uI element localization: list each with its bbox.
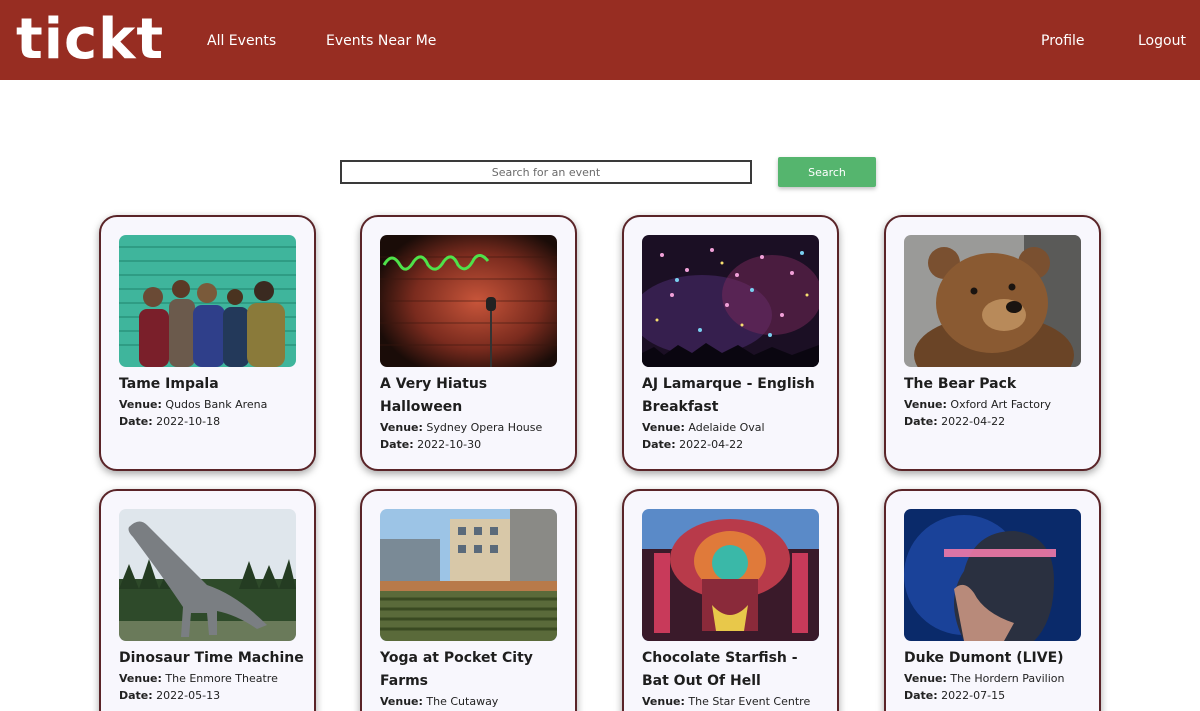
date-label: Date: [904, 415, 938, 428]
date-label: Date: [119, 415, 153, 428]
date-value: 2022-05-13 [156, 689, 221, 702]
venue-value: The Cutaway [426, 695, 499, 708]
date-value: 2022-04-22 [941, 415, 1006, 428]
event-title: Tame Impala [119, 376, 219, 392]
event-venue: Venue: The Hordern Pavilion [904, 670, 1094, 687]
event-venue: Venue: Oxford Art Factory [904, 396, 1094, 413]
event-card[interactable]: Chocolate Starfish - Bat Out Of Hell Ven… [622, 489, 839, 711]
event-date: Date: 2022-04-22 [642, 436, 832, 453]
nav-all-events[interactable]: All Events [207, 31, 276, 51]
venue-label: Venue: [380, 421, 423, 434]
venue-label: Venue: [904, 398, 947, 411]
event-title: Dinosaur Time Machine [119, 650, 304, 666]
venue-value: The Star Event Centre [688, 695, 811, 708]
event-venue: Venue: Qudos Bank Arena [119, 396, 309, 413]
event-date: Date: 2022-07-15 [904, 687, 1094, 704]
event-card[interactable]: The Bear Pack Venue: Oxford Art Factory … [884, 215, 1101, 471]
event-image-confetti [642, 235, 819, 367]
venue-label: Venue: [642, 421, 685, 434]
event-date: Date: 2022-05-13 [119, 687, 309, 704]
event-date: Date: 2022-10-30 [380, 436, 570, 453]
event-date: Date: 2022-04-22 [904, 413, 1094, 430]
event-image-dinosaur [119, 509, 296, 641]
venue-label: Venue: [119, 398, 162, 411]
event-card[interactable]: Dinosaur Time Machine Venue: The Enmore … [99, 489, 316, 711]
venue-value: Adelaide Oval [688, 421, 765, 434]
venue-label: Venue: [380, 695, 423, 708]
venue-value: Sydney Opera House [426, 421, 543, 434]
venue-value: The Hordern Pavilion [950, 672, 1065, 685]
event-image-festival-stage [642, 509, 819, 641]
date-label: Date: [642, 438, 676, 451]
event-image-band [119, 235, 296, 367]
venue-value: Qudos Bank Arena [165, 398, 268, 411]
event-image-portrait [904, 509, 1081, 641]
date-value: 2022-04-22 [679, 438, 744, 451]
event-title: Yoga at Pocket City Farms [380, 650, 533, 689]
event-image-city-farm [380, 509, 557, 641]
search-input[interactable] [340, 160, 752, 184]
event-image-bear [904, 235, 1081, 367]
date-value: 2022-10-30 [417, 438, 482, 451]
event-date: Date: 2022-10-18 [119, 413, 309, 430]
navbar: tickt All Events Events Near Me Profile … [0, 0, 1200, 80]
date-value: 2022-10-18 [156, 415, 221, 428]
nav-events-near-me[interactable]: Events Near Me [326, 31, 436, 51]
logo[interactable]: tickt [16, 2, 164, 78]
event-card[interactable]: Yoga at Pocket City Farms Venue: The Cut… [360, 489, 577, 711]
venue-label: Venue: [904, 672, 947, 685]
event-title: A Very Hiatus Halloween [380, 376, 488, 415]
event-title: Duke Dumont (LIVE) [904, 650, 1064, 666]
date-label: Date: [119, 689, 153, 702]
venue-label: Venue: [119, 672, 162, 685]
venue-value: Oxford Art Factory [950, 398, 1052, 411]
event-card[interactable]: Tame Impala Venue: Qudos Bank Arena Date… [99, 215, 316, 471]
event-card[interactable]: AJ Lamarque - English Breakfast Venue: A… [622, 215, 839, 471]
event-venue: Venue: Sydney Opera House [380, 419, 570, 436]
venue-value: The Enmore Theatre [165, 672, 278, 685]
event-venue: Venue: The Star Event Centre [642, 693, 832, 710]
event-card[interactable]: Duke Dumont (LIVE) Venue: The Hordern Pa… [884, 489, 1101, 711]
event-title: Chocolate Starfish - Bat Out Of Hell [642, 650, 798, 689]
event-title: The Bear Pack [904, 376, 1017, 392]
event-venue: Venue: The Cutaway [380, 693, 570, 710]
nav-logout[interactable]: Logout [1138, 31, 1186, 51]
date-label: Date: [380, 438, 414, 451]
event-venue: Venue: Adelaide Oval [642, 419, 832, 436]
event-venue: Venue: The Enmore Theatre [119, 670, 309, 687]
event-title: AJ Lamarque - English Breakfast [642, 376, 815, 415]
event-image-comedy [380, 235, 557, 367]
nav-profile[interactable]: Profile [1041, 31, 1085, 51]
date-label: Date: [904, 689, 938, 702]
date-value: 2022-07-15 [941, 689, 1006, 702]
event-card[interactable]: A Very Hiatus Halloween Venue: Sydney Op… [360, 215, 577, 471]
venue-label: Venue: [642, 695, 685, 708]
search-button[interactable]: Search [778, 157, 876, 187]
